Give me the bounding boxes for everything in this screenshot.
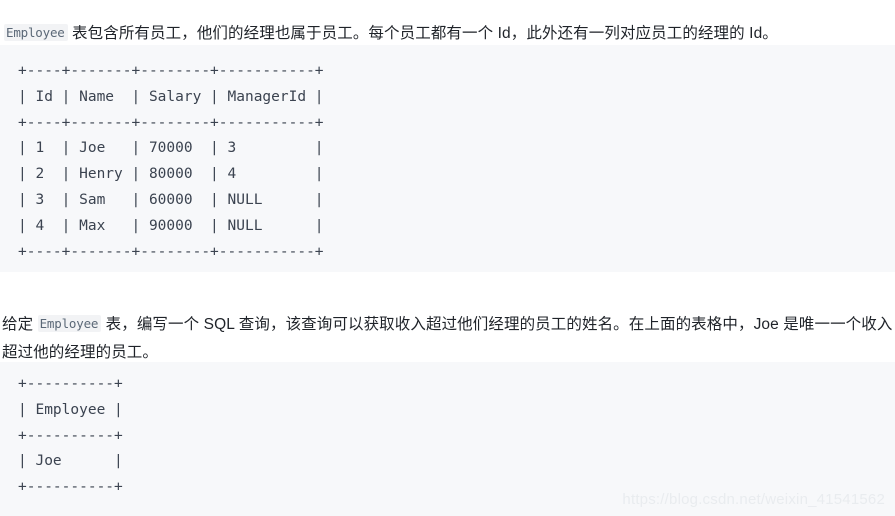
code-block-employee-table-content: +----+-------+--------+-----------+ | Id… <box>18 63 324 260</box>
paragraph-2-text-before: 给定 <box>2 315 38 333</box>
paragraph-employee-table-description: Employee 表包含所有员工，他们的经理也属于员工。每个员工都有一个 Id，… <box>2 19 895 48</box>
paragraph-2-text-after: 表，编写一个 SQL 查询，该查询可以获取收入超过他们经理的员工的姓名。在上面的… <box>2 315 893 361</box>
article-page: Employee 表包含所有员工，他们的经理也属于员工。每个员工都有一个 Id，… <box>0 0 895 516</box>
paragraph-1-text: 表包含所有员工，他们的经理也属于员工。每个员工都有一个 Id，此外还有一列对应员… <box>67 24 778 42</box>
code-block-employee-table: +----+-------+--------+-----------+ | Id… <box>0 45 895 272</box>
code-block-query-result-content: +----------+ | Employee | +----------+ |… <box>18 376 123 496</box>
inline-code-employee-2: Employee <box>37 314 102 332</box>
csdn-watermark: https://blog.csdn.net/weixin_41541562 <box>622 491 885 508</box>
paragraph-query-description: 给定 Employee 表，编写一个 SQL 查询，该查询可以获取收入超过他们经… <box>0 310 895 367</box>
inline-code-employee: Employee <box>4 23 68 41</box>
